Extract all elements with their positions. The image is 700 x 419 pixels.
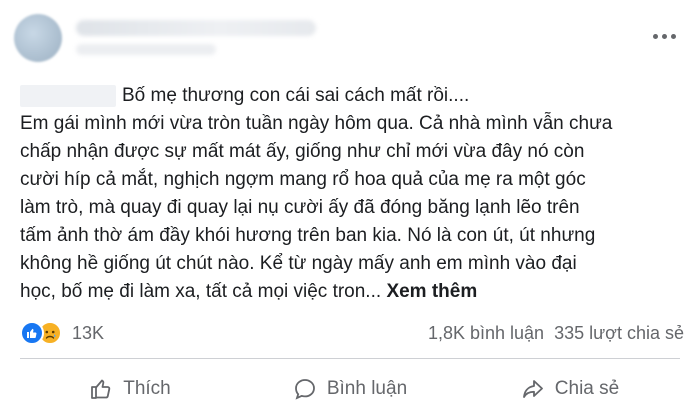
post-header — [0, 0, 700, 80]
post-line-text: Bố mẹ thương con cái sai cách mất rồi...… — [122, 85, 470, 106]
post-line: Bố mẹ thương con cái sai cách mất rồi...… — [20, 82, 690, 110]
see-more-link[interactable]: Xem thêm — [386, 281, 477, 302]
post-line: cười híp cả mắt, nghịch ngợm mang rổ hoa… — [20, 169, 586, 190]
more-horizontal-icon[interactable] — [646, 26, 682, 46]
post-line: không hề giống út chút nào. Kể từ ngày m… — [20, 253, 577, 274]
redacted-mention — [20, 85, 116, 107]
share-count[interactable]: 335 lượt chia sẻ — [554, 323, 684, 344]
post-text: Bố mẹ thương con cái sai cách mất rồi...… — [20, 82, 690, 306]
engagement-stats: 1,8K bình luận 335 lượt chia sẻ — [428, 323, 684, 344]
comment-label: Bình luận — [326, 378, 408, 399]
comment-icon — [293, 377, 317, 401]
comment-button[interactable]: Bình luận — [240, 362, 460, 416]
post-actions: Thích Bình luận Chia sẻ — [20, 362, 680, 416]
post-card: Bố mẹ thương con cái sai cách mất rồi...… — [0, 0, 700, 419]
post-line-text: học, bố mẹ đi làm xa, tất cả mọi việc tr… — [20, 281, 382, 302]
post-line: Em gái mình mới vừa tròn tuần ngày hôm q… — [20, 113, 613, 134]
comment-count[interactable]: 1,8K bình luận — [428, 323, 544, 344]
share-button[interactable]: Chia sẻ — [460, 362, 680, 416]
post-meta-redacted — [76, 44, 216, 55]
thumbs-up-icon — [89, 377, 113, 401]
reaction-icons[interactable] — [20, 321, 62, 345]
share-label: Chia sẻ — [554, 378, 620, 399]
post-line: tấm ảnh thờ ám đầy khói hương trên ban k… — [20, 225, 596, 246]
like-reaction-icon — [20, 321, 44, 345]
reaction-count[interactable]: 13K — [72, 323, 104, 344]
post-line: học, bố mẹ đi làm xa, tất cả mọi việc tr… — [20, 278, 690, 306]
post-line: chấp nhận được sự mất mát ấy, giống như … — [20, 141, 585, 162]
divider — [20, 358, 680, 359]
like-button[interactable]: Thích — [20, 362, 240, 416]
post-line: làm trò, mà quay đi quay lại nụ cười ấy … — [20, 197, 580, 218]
share-arrow-icon — [521, 377, 545, 401]
reactions-bar: 13K 1,8K bình luận 335 lượt chia sẻ — [20, 316, 684, 350]
author-avatar[interactable] — [14, 14, 62, 62]
like-label: Thích — [123, 378, 171, 399]
author-name-redacted[interactable] — [76, 20, 316, 36]
